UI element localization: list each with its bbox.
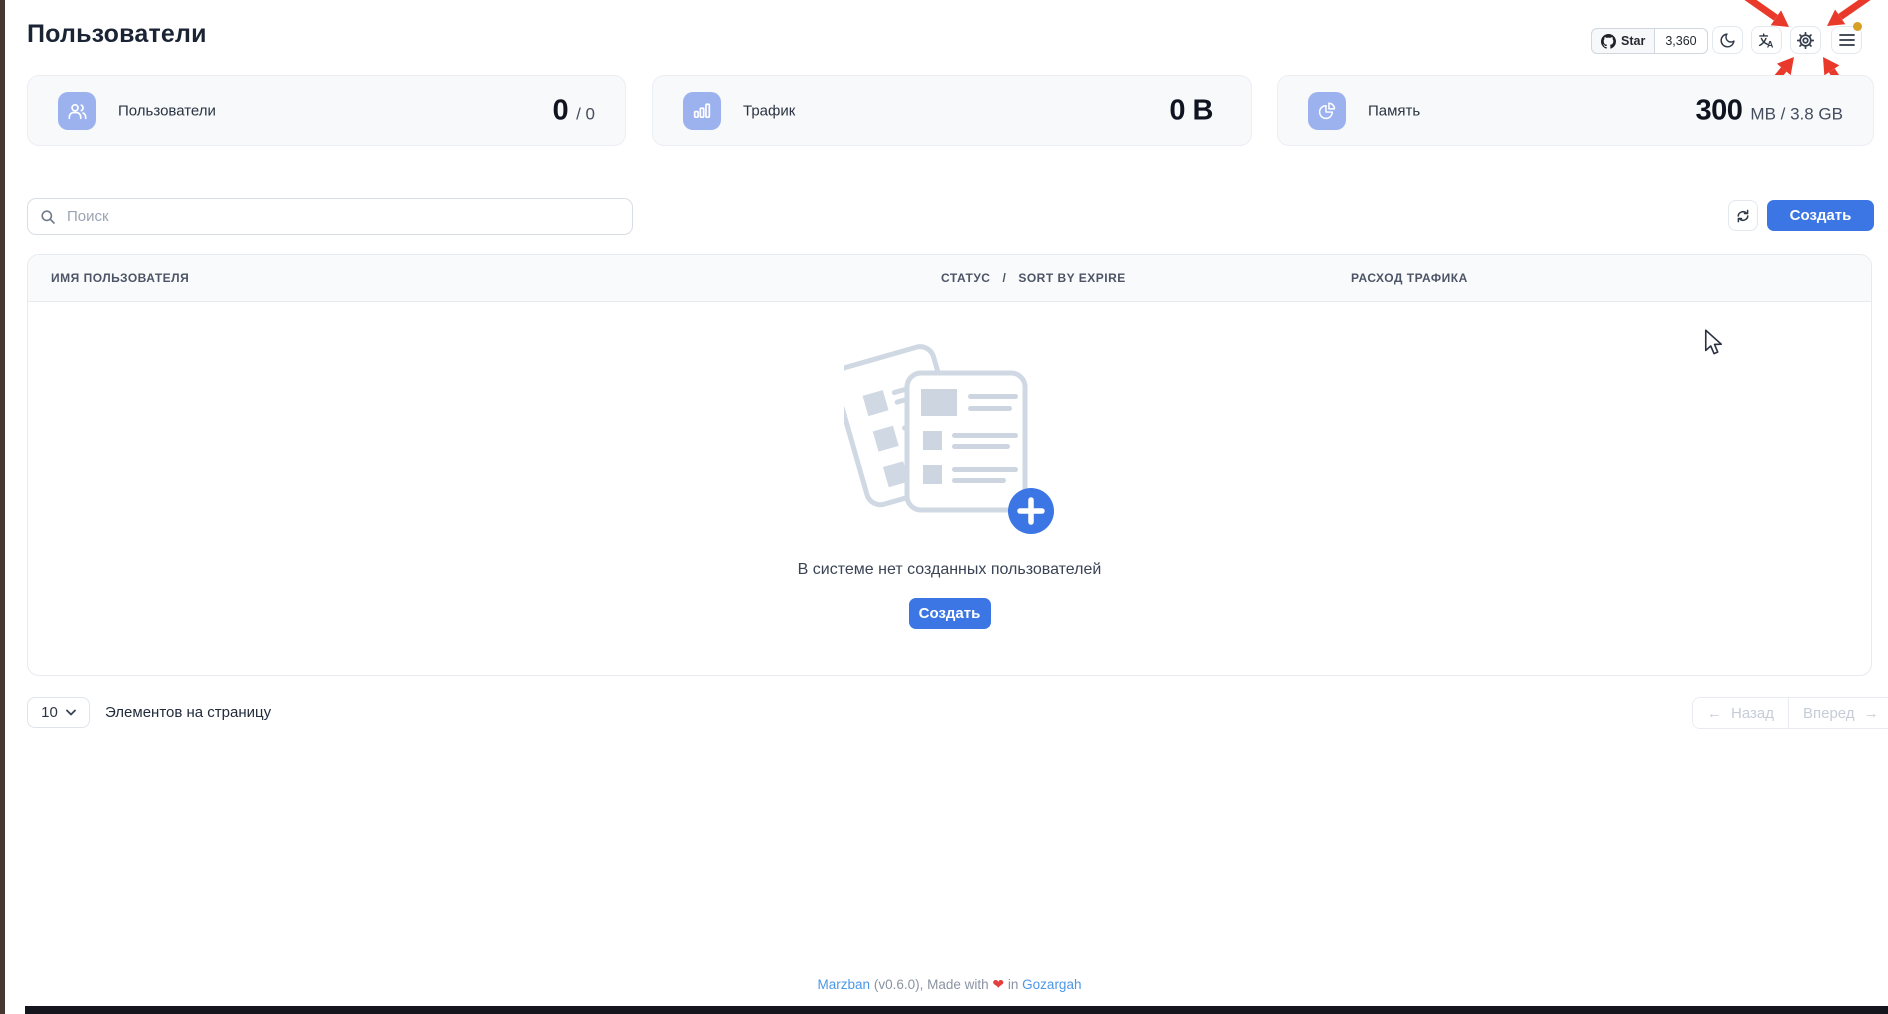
github-star-count[interactable]: 3,360 <box>1655 28 1707 54</box>
notification-dot <box>1853 22 1862 31</box>
page-size-value: 10 <box>41 704 58 721</box>
search-icon <box>40 209 56 225</box>
chevron-down-icon <box>66 709 76 716</box>
heart-icon: ❤ <box>992 976 1004 992</box>
theme-toggle-button[interactable] <box>1712 26 1743 54</box>
bar-chart-icon <box>683 92 721 130</box>
footer: Marzban (v0.6.0), Made with ❤ in Gozarga… <box>27 976 1872 993</box>
marzban-link[interactable]: Marzban <box>818 977 871 992</box>
empty-state-create-button[interactable]: Создать <box>909 598 991 629</box>
create-user-button[interactable]: Создать <box>1767 200 1874 231</box>
stat-value: 0 / 0 <box>552 94 595 127</box>
empty-documents-illustration <box>844 335 1056 559</box>
stat-card-users: Пользователи 0 / 0 <box>27 75 626 146</box>
page-size-select[interactable]: 10 <box>27 697 90 728</box>
gozargah-link[interactable]: Gozargah <box>1022 977 1081 992</box>
stat-value: 300 MB / 3.8 GB <box>1696 94 1843 127</box>
svg-text:A: A <box>1767 39 1774 49</box>
stat-card-traffic: Трафик 0 B <box>652 75 1252 146</box>
column-header-status-expire: СТАТУС / SORT BY EXPIRE <box>941 271 1126 285</box>
header-separator: / <box>1002 271 1006 285</box>
language-button[interactable]: A <box>1751 26 1782 54</box>
sort-by-status[interactable]: СТАТУС <box>941 271 990 285</box>
empty-state-message: В системе нет созданных пользователей <box>28 561 1871 579</box>
prev-page-button[interactable]: ← Назад <box>1693 698 1789 728</box>
sort-by-expire[interactable]: SORT BY EXPIRE <box>1018 271 1125 285</box>
footer-in-text: in <box>1008 977 1019 992</box>
moon-icon <box>1719 32 1736 49</box>
page-title: Пользователи <box>27 20 207 49</box>
prev-page-label: Назад <box>1731 705 1774 722</box>
github-star-widget[interactable]: Star 3,360 <box>1591 28 1708 54</box>
refresh-button[interactable] <box>1728 200 1758 231</box>
window-left-edge <box>0 0 5 1014</box>
footer-version-text: (v0.6.0), Made with <box>874 977 989 992</box>
search-input[interactable] <box>65 207 632 226</box>
plus-circle-icon <box>1008 488 1054 534</box>
refresh-icon <box>1735 208 1751 224</box>
translate-icon: A <box>1758 32 1775 49</box>
github-star-button[interactable]: Star <box>1591 28 1655 54</box>
pagination-controls: ← Назад Вперед → <box>1692 697 1888 729</box>
next-page-button[interactable]: Вперед → <box>1789 698 1888 728</box>
gear-icon <box>1797 32 1814 49</box>
github-star-label: Star <box>1621 34 1645 48</box>
github-icon <box>1601 34 1616 49</box>
next-page-label: Вперед <box>1803 705 1855 722</box>
arrow-left-icon: ← <box>1707 705 1722 722</box>
settings-button[interactable] <box>1790 26 1821 54</box>
pie-chart-icon <box>1308 92 1346 130</box>
column-header-traffic[interactable]: РАСХОД ТРАФИКА <box>1351 271 1468 285</box>
search-box <box>27 198 633 235</box>
stat-value: 0 B <box>1169 94 1221 127</box>
users-icon <box>58 92 96 130</box>
stat-label: Трафик <box>743 102 795 119</box>
page-size-label: Элементов на страницу <box>105 697 271 728</box>
hamburger-icon <box>1839 33 1855 47</box>
stat-label: Память <box>1368 102 1420 119</box>
window-bottom-bar <box>25 1006 1888 1014</box>
column-header-username[interactable]: ИМЯ ПОЛЬЗОВАТЕЛЯ <box>51 271 189 285</box>
stat-label: Пользователи <box>118 102 216 119</box>
arrow-right-icon: → <box>1864 705 1879 722</box>
stat-card-memory: Память 300 MB / 3.8 GB <box>1277 75 1874 146</box>
users-table: ИМЯ ПОЛЬЗОВАТЕЛЯ СТАТУС / SORT BY EXPIRE… <box>27 254 1872 676</box>
table-header-row: ИМЯ ПОЛЬЗОВАТЕЛЯ СТАТУС / SORT BY EXPIRE… <box>28 255 1871 302</box>
